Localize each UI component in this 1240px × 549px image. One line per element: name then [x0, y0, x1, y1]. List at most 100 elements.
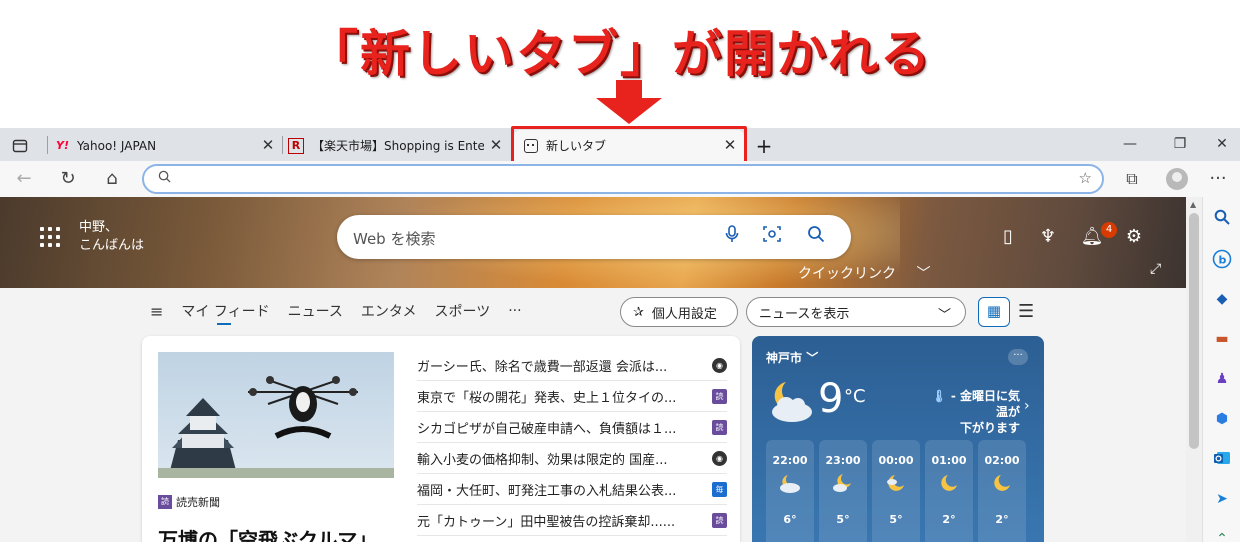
hero-background: 中野、 こんばんは Web を検索 クイックリンク ﹀ ▯ ♆ 🔔︎ 4 ⚙ ⤢ — [0, 197, 1186, 288]
sidebar-more-icon[interactable]: ⌃ — [1212, 529, 1232, 549]
weather-more-button[interactable]: ··· — [1008, 349, 1028, 365]
current-temperature: 9 — [818, 376, 844, 422]
more-tabs[interactable]: ··· — [508, 303, 521, 319]
collections-icon[interactable]: ⧉ — [1120, 167, 1144, 191]
hour-temp: 5° — [836, 513, 850, 526]
visual-search-icon[interactable] — [761, 225, 783, 247]
games-icon[interactable]: ♟ — [1212, 369, 1232, 389]
phone-icon[interactable]: ▯ — [996, 225, 1020, 249]
hour-temp: 2° — [995, 513, 1009, 526]
castle-drone-illustration — [158, 376, 394, 478]
new-tab-button[interactable]: + — [752, 130, 776, 161]
profile-avatar[interactable] — [1166, 168, 1188, 190]
web-search-box[interactable]: Web を検索 — [337, 215, 851, 259]
moon-icon — [925, 473, 973, 497]
alert-line-2: 下がります — [959, 421, 1020, 435]
story-title: シカゴピザが自己破産申請へ、負債額は１... — [417, 421, 677, 437]
tab-rakuten[interactable]: R 【楽天市場】Shopping is Entertainm ✕ — [288, 130, 510, 161]
hour-slot[interactable]: 23:00 5° — [819, 440, 867, 542]
tab-sports[interactable]: スポーツ — [434, 301, 490, 321]
story-list: ガーシー氏、除名で歳費一部返還 会派は... ◉ 東京で「桜の開花」発表、史上１… — [417, 350, 727, 536]
news-visibility-select[interactable]: ニュースを表示 ﹀ — [746, 297, 966, 327]
tab-news[interactable]: ニュース — [288, 301, 343, 321]
app-launcher-icon[interactable] — [40, 227, 60, 247]
expand-icon[interactable]: ⤢ — [1150, 261, 1161, 277]
yomiuri-logo-icon: 読 — [712, 419, 727, 435]
minimize-button[interactable]: — — [1110, 128, 1150, 161]
tab-divider — [282, 136, 283, 154]
story-title: ガーシー氏、除名で歳費一部返還 会派は... — [417, 359, 668, 375]
address-input[interactable] — [178, 169, 1058, 189]
tab-actions-icon[interactable] — [12, 130, 36, 161]
bing-chat-icon[interactable]: b — [1212, 249, 1232, 269]
hour-slot[interactable]: 02:00 2° — [978, 440, 1026, 542]
list-item[interactable]: 東京で「桜の開花」発表、史上１位タイの... 読 — [417, 381, 727, 412]
story-title: 輸入小麦の価格抑制、効果は限定的 国産... — [417, 452, 668, 468]
list-item[interactable]: ガーシー氏、除名で歳費一部返還 会派は... ◉ — [417, 350, 727, 381]
annotation-banner: 「新しいタブ」が開かれる — [0, 0, 1240, 128]
publisher-name: 読売新聞 — [176, 496, 220, 509]
close-tab-icon[interactable]: ✕ — [488, 137, 504, 153]
tbs-logo-icon: ◉ — [712, 450, 727, 466]
personalize-button[interactable]: ✰ 個人用設定 — [620, 297, 738, 327]
search-icon[interactable] — [805, 225, 827, 247]
star-edit-icon: ✰ — [633, 304, 644, 320]
news-image[interactable] — [158, 352, 394, 478]
settings-gear-icon[interactable]: ⚙ — [1122, 225, 1146, 249]
page-scrollbar[interactable]: ▲ — [1186, 197, 1202, 542]
back-button[interactable]: ← — [12, 167, 36, 191]
city-name: 神戸市 — [766, 351, 803, 365]
weather-card[interactable]: 神戸市 ﹀ ··· 9 °C 🌡︎ - 金曜日に気温が 下がります › 22:0… — [752, 336, 1044, 542]
weather-alert[interactable]: 🌡︎ - 金曜日に気温が 下がります — [930, 388, 1020, 436]
yahoo-favicon-icon: Y! — [56, 139, 69, 152]
annotation-title: 「新しいタブ」が開かれる — [308, 25, 932, 83]
address-bar[interactable]: ☆ — [142, 164, 1104, 194]
tab-yahoo[interactable]: Y! Yahoo! JAPAN ✕ — [56, 130, 282, 161]
list-item[interactable]: シカゴピザが自己破産申請へ、負債額は１... 読 — [417, 412, 727, 443]
list-item[interactable]: 福岡・大任町、町発注工事の入札結果公表... 毎 — [417, 474, 727, 505]
close-window-button[interactable]: ✕ — [1202, 128, 1240, 161]
quick-links-toggle[interactable]: クイックリンク ﹀ — [798, 263, 930, 283]
tab-label: 【楽天市場】Shopping is Entertainm — [312, 139, 484, 153]
tools-briefcase-icon[interactable]: ▬ — [1212, 329, 1232, 349]
alert-line-1: - 金曜日に気温が — [950, 389, 1020, 419]
scroll-up-icon[interactable]: ▲ — [1190, 200, 1196, 209]
hour-slot[interactable]: 00:00 5° — [872, 440, 920, 542]
shopping-tag-icon[interactable]: ◆ — [1212, 289, 1232, 309]
microsoft-365-icon[interactable]: ⬢ — [1212, 409, 1232, 429]
outlook-icon[interactable] — [1212, 449, 1232, 469]
annotation-highlight-box — [511, 126, 747, 164]
grid-layout-button[interactable]: ▦ — [978, 297, 1010, 327]
list-item[interactable]: 輸入小麦の価格抑制、効果は限定的 国産... ◉ — [417, 443, 727, 474]
mainichi-logo-icon: 毎 — [712, 481, 727, 497]
chevron-down-icon: ﹀ — [916, 266, 931, 282]
search-icon[interactable] — [1212, 209, 1232, 229]
temperature-unit: °C — [844, 386, 866, 407]
close-tab-icon[interactable]: ✕ — [260, 137, 276, 153]
rewards-trophy-icon[interactable]: ♆ — [1036, 225, 1060, 249]
microphone-icon[interactable] — [721, 225, 743, 247]
hour-slot[interactable]: 22:00 6° — [766, 440, 814, 542]
weather-location[interactable]: 神戸市 ﹀ — [766, 349, 818, 366]
settings-more-button[interactable]: ··· — [1206, 167, 1230, 191]
cloudy-moon-icon — [772, 382, 812, 422]
send-icon[interactable]: ➤ — [1212, 489, 1232, 509]
tab-my-feed[interactable]: マイ フィード — [181, 301, 270, 325]
home-button[interactable]: ⌂ — [100, 167, 124, 191]
tab-entertainment[interactable]: エンタメ — [361, 301, 417, 321]
news-publisher[interactable]: 読 読売新聞 — [158, 494, 220, 510]
down-arrow-icon — [596, 80, 662, 124]
news-headline[interactable]: 万博の「空飛ぶクルマ」、 — [158, 524, 387, 542]
restore-button[interactable]: ❐ — [1160, 128, 1200, 161]
refresh-button[interactable]: ↻ — [56, 167, 80, 191]
menu-icon[interactable]: ≡ — [150, 302, 163, 321]
feed-navigation: ≡ マイ フィード ニュース エンタメ スポーツ ··· — [150, 295, 540, 327]
scrollbar-thumb[interactable] — [1189, 213, 1199, 449]
chevron-down-icon: ﹀ — [806, 351, 819, 365]
list-item[interactable]: 元「カトゥーン」田中聖被告の控訴棄却...... 読 — [417, 505, 727, 536]
hour-slot[interactable]: 01:00 2° — [925, 440, 973, 542]
list-layout-icon[interactable]: ☰ — [1018, 301, 1034, 322]
yomiuri-logo-icon: 読 — [712, 388, 727, 404]
tab-label: Yahoo! JAPAN — [76, 138, 157, 153]
add-favorite-icon[interactable]: ☆ — [1079, 169, 1092, 187]
